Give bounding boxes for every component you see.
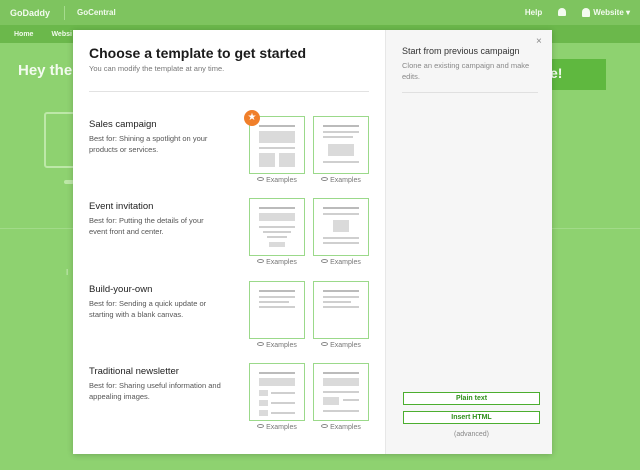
template-description: Best for: Sharing useful information and…: [89, 381, 221, 401]
examples-link[interactable]: Examples: [313, 424, 369, 431]
eye-icon: [321, 342, 329, 347]
examples-link[interactable]: Examples: [313, 342, 369, 349]
examples-label: Examples: [266, 424, 297, 431]
user-icon: [582, 8, 591, 18]
modal-subtitle: You can modify the template at any time.: [89, 64, 225, 73]
nav-website[interactable]: Websi: [51, 31, 72, 38]
insert-html-button[interactable]: Insert HTML: [403, 411, 540, 424]
user-menu[interactable]: Website ▾: [582, 7, 630, 18]
eye-icon: [321, 177, 329, 182]
plain-text-button[interactable]: Plain text: [403, 392, 540, 405]
eye-icon: [321, 259, 329, 264]
background-lower-text: I: [66, 268, 69, 277]
examples-link[interactable]: Examples: [249, 259, 305, 266]
nav-home[interactable]: Home: [14, 31, 33, 38]
topbar-right: Help Website ▾: [525, 7, 630, 18]
examples-link[interactable]: Examples: [249, 177, 305, 184]
gocentral-brand[interactable]: GoCentral: [77, 8, 116, 17]
examples-link[interactable]: Examples: [249, 342, 305, 349]
template-description: Best for: Putting the details of your ev…: [89, 216, 204, 236]
top-bar: GoDaddy GoCentral Help Website ▾: [0, 0, 640, 25]
eye-icon: [257, 177, 265, 182]
modal-title: Choose a template to get started: [89, 45, 307, 61]
template-description: Best for: Sending a quick update or star…: [89, 299, 207, 319]
examples-link[interactable]: Examples: [313, 177, 369, 184]
help-link[interactable]: Help: [525, 8, 542, 17]
template-thumbnail-event-1[interactable]: [249, 198, 305, 256]
template-modal: Choose a template to get started You can…: [73, 30, 552, 454]
topbar-divider: [64, 5, 66, 20]
template-thumbnail-newsletter-2[interactable]: [313, 363, 369, 421]
advanced-note: (advanced): [453, 431, 490, 438]
modal-divider: [89, 91, 369, 92]
bell-icon[interactable]: [558, 8, 567, 17]
background-heading: Hey the: [18, 62, 73, 79]
template-description: Best for: Shining a spotlight on your pr…: [89, 134, 208, 154]
eye-icon: [257, 342, 265, 347]
examples-label: Examples: [330, 177, 361, 184]
user-menu-label: Website ▾: [593, 7, 630, 17]
template-thumbnail-newsletter-1[interactable]: [249, 363, 305, 421]
examples-label: Examples: [266, 259, 297, 266]
examples-link[interactable]: Examples: [313, 259, 369, 266]
eye-icon: [321, 424, 329, 429]
template-list-pane: Choose a template to get started You can…: [73, 30, 385, 454]
examples-label: Examples: [330, 424, 361, 431]
previous-campaign-pane: × Start from previous campaign Clone an …: [385, 30, 552, 454]
close-icon[interactable]: ×: [536, 36, 542, 47]
godaddy-logo[interactable]: GoDaddy: [10, 8, 50, 18]
examples-label: Examples: [330, 342, 361, 349]
examples-link[interactable]: Examples: [249, 424, 305, 431]
template-thumbnail-build-1[interactable]: [249, 281, 305, 339]
eye-icon: [257, 259, 265, 264]
eye-icon: [257, 424, 265, 429]
previous-campaign-title: Start from previous campaign: [402, 46, 520, 56]
template-thumbnail-build-2[interactable]: [313, 281, 369, 339]
template-thumbnail-event-2[interactable]: [313, 198, 369, 256]
template-thumbnail-sales-1[interactable]: [249, 116, 305, 174]
right-divider: [402, 92, 538, 93]
previous-campaign-description: Clone an existing campaign and make edit…: [402, 61, 530, 81]
examples-label: Examples: [266, 342, 297, 349]
template-thumbnail-sales-2[interactable]: [313, 116, 369, 174]
star-icon: ★: [244, 110, 260, 126]
examples-label: Examples: [266, 177, 297, 184]
examples-label: Examples: [330, 259, 361, 266]
